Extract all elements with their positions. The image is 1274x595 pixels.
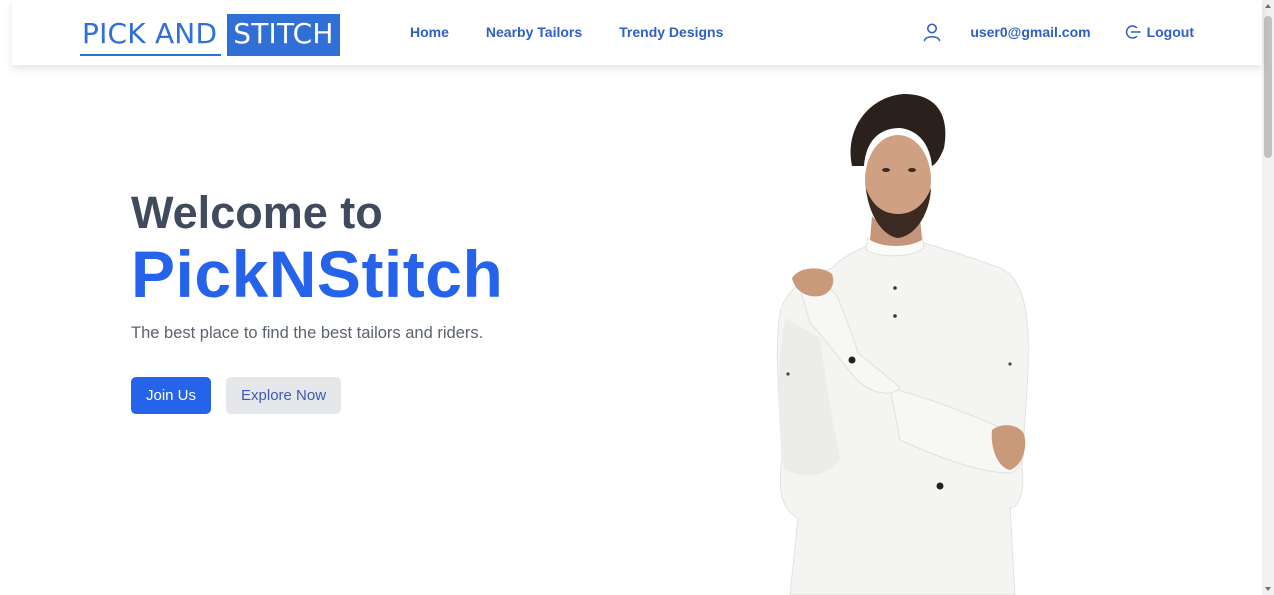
- scroll-up-arrow-icon[interactable]: [1265, 4, 1271, 8]
- nav-link-home[interactable]: Home: [410, 24, 449, 40]
- hero-welcome-heading: Welcome to: [131, 187, 383, 238]
- scroll-thumb[interactable]: [1264, 16, 1272, 158]
- nav-links: Home Nearby Tailors Trendy Designs: [410, 24, 723, 40]
- logout-link[interactable]: Logout: [1147, 24, 1194, 40]
- nav-user-area: user0@gmail.com Logout: [922, 22, 1194, 42]
- explore-now-button[interactable]: Explore Now: [226, 377, 342, 414]
- page-scrollbar[interactable]: [1262, 0, 1274, 595]
- nav-link-trendy-designs[interactable]: Trendy Designs: [619, 24, 723, 40]
- hero-model-image: [776, 94, 1029, 595]
- hero-buttons: Join Us Explore Now: [131, 377, 503, 414]
- navbar: PICK AND STITCH Home Nearby Tailors Tren…: [12, 0, 1262, 65]
- user-icon[interactable]: [922, 22, 942, 42]
- scroll-down-arrow-icon[interactable]: [1265, 587, 1271, 591]
- hero-tagline: The best place to find the best tailors …: [131, 324, 484, 342]
- join-us-button[interactable]: Join Us: [131, 377, 212, 414]
- logout-icon[interactable]: [1125, 24, 1141, 40]
- user-email[interactable]: user0@gmail.com: [970, 24, 1090, 40]
- page: PICK AND STITCH Home Nearby Tailors Tren…: [0, 0, 1274, 595]
- hero-brand-heading: PickNStitch: [131, 237, 504, 311]
- site-logo[interactable]: PICK AND STITCH: [80, 14, 340, 58]
- logo-text-right: STITCH: [227, 14, 340, 56]
- nav-link-nearby-tailors[interactable]: Nearby Tailors: [486, 24, 582, 40]
- logo-text-left: PICK AND: [80, 14, 222, 56]
- hero-section: Welcome to PickNStitch The best place to…: [131, 188, 503, 414]
